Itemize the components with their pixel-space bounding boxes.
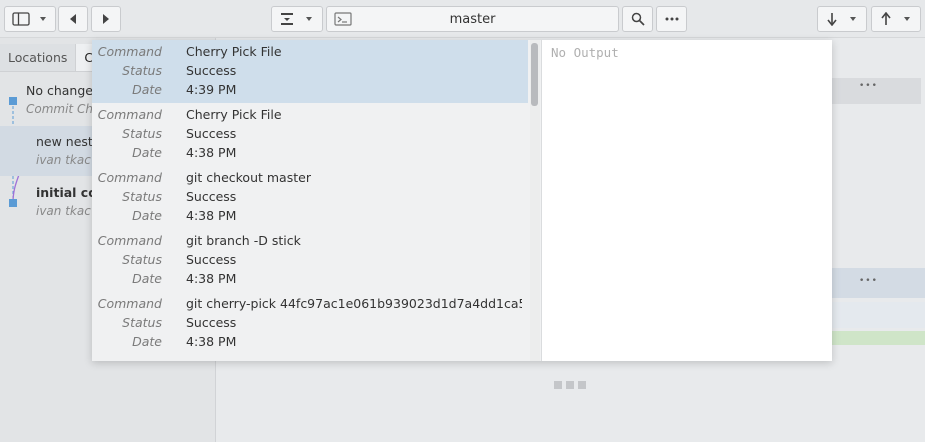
date-value: 4:38 PM: [186, 208, 237, 223]
log-entry[interactable]: Command git checkout master Status Success…: [92, 166, 528, 229]
date-value: 4:38 PM: [186, 334, 237, 349]
command-value: git branch -D stick: [186, 233, 301, 248]
loading-indicator: [554, 381, 586, 389]
command-log-list[interactable]: Command Cherry Pick File Status Success Da…: [92, 40, 528, 361]
status-value: Success: [186, 126, 237, 141]
toolbar: master: [0, 0, 925, 38]
status-value: Success: [186, 63, 237, 78]
status-value: Success: [186, 189, 237, 204]
diff-line: [831, 302, 925, 328]
more-button[interactable]: [656, 6, 687, 32]
status-label: Status: [122, 63, 162, 78]
terminal-icon[interactable]: [334, 12, 352, 26]
search-icon: [631, 12, 645, 26]
command-value: git checkout master: [186, 170, 311, 185]
commit-subtitle: Commit Ch: [26, 102, 93, 116]
diff-more-button[interactable]: •••: [859, 276, 878, 286]
log-entry[interactable]: Command git cherry-pick 44fc97ac1e061b939…: [92, 292, 528, 355]
ellipsis-icon: [665, 17, 678, 21]
command-log-popup: Command Cherry Pick File Status Success Da…: [92, 40, 832, 361]
log-entry[interactable]: Command git branch -D stick Status Success…: [92, 229, 528, 292]
command-label: Command: [97, 296, 162, 311]
chevron-down-icon: [306, 17, 312, 21]
command-output-pane: No Output: [541, 40, 832, 361]
command-value: Cherry Pick File: [186, 107, 282, 122]
date-value: 4:39 PM: [186, 82, 237, 97]
commit-subtitle: ivan tkac: [36, 153, 91, 167]
date-label: Date: [132, 271, 162, 286]
date-label: Date: [132, 82, 162, 97]
arrow-up-icon: [881, 12, 891, 25]
stash-button[interactable]: [271, 6, 323, 32]
commit-subtitle: ivan tkac: [36, 204, 91, 218]
pull-button[interactable]: [817, 6, 867, 32]
branch-selector[interactable]: master: [326, 6, 619, 32]
stash-icon: [281, 13, 293, 25]
chevron-down-icon: [850, 17, 856, 21]
forward-button[interactable]: [91, 6, 121, 32]
commit-title: No changes: [26, 83, 100, 98]
branch-name: master: [449, 11, 496, 27]
chevron-down-icon: [904, 17, 910, 21]
back-button[interactable]: [58, 6, 88, 32]
status-value: Success: [186, 252, 237, 267]
sidebar-icon: [12, 12, 30, 26]
log-entry[interactable]: Command Cherry Pick File Status Success Da…: [92, 40, 528, 103]
command-label: Command: [97, 233, 162, 248]
command-label: Command: [97, 44, 162, 59]
date-value: 4:38 PM: [186, 271, 237, 286]
back-arrow-icon: [70, 14, 76, 24]
status-label: Status: [122, 252, 162, 267]
tab-locations[interactable]: Locations: [0, 44, 77, 71]
push-button[interactable]: [871, 6, 921, 32]
section-more-button[interactable]: •••: [859, 81, 878, 91]
command-label: Command: [97, 107, 162, 122]
log-entry[interactable]: Command Cherry Pick File Status Success Da…: [92, 103, 528, 166]
command-label: Command: [97, 170, 162, 185]
date-label: Date: [132, 334, 162, 349]
output-text: No Output: [551, 45, 619, 60]
date-label: Date: [132, 145, 162, 160]
status-label: Status: [122, 189, 162, 204]
forward-arrow-icon: [103, 14, 109, 24]
status-label: Status: [122, 126, 162, 141]
commit-title: initial co: [36, 185, 97, 200]
status-value: Success: [186, 315, 237, 330]
command-value: git cherry-pick 44fc97ac1e061b939023d1d7…: [186, 296, 522, 311]
chevron-down-icon: [40, 17, 46, 21]
status-label: Status: [122, 315, 162, 330]
diff-line-added: [831, 331, 925, 345]
date-label: Date: [132, 208, 162, 223]
diff-header: [831, 268, 925, 298]
commit-title: new nest: [36, 134, 93, 149]
date-value: 4:38 PM: [186, 145, 237, 160]
command-value: Cherry Pick File: [186, 44, 282, 59]
search-button[interactable]: [622, 6, 653, 32]
log-scrollbar-thumb[interactable]: [531, 43, 538, 106]
sidebar-toggle-button[interactable]: [4, 6, 56, 32]
arrow-down-icon: [827, 13, 837, 26]
